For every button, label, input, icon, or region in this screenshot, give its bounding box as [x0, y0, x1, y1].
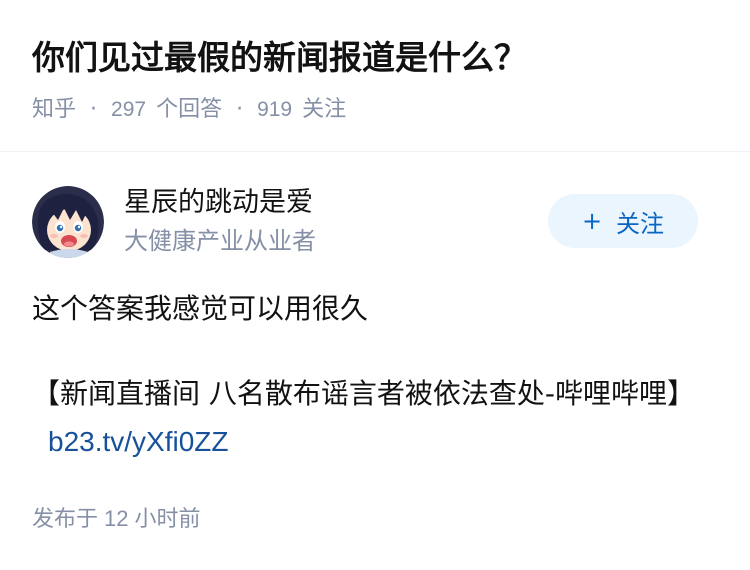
followers-count: 919 — [257, 98, 293, 121]
answer-paragraph: 这个答案我感觉可以用很久 — [32, 292, 369, 325]
author-card: 星辰的跳动是爱 大健康产业从业者 + 关注 — [32, 186, 718, 258]
meta-separator: · — [90, 97, 98, 122]
published-time: 发布于 12 小时前 — [32, 502, 201, 537]
answer-page: 你们见过最假的新闻报道是什么？ 知乎 · 297 个回答 · 919 关注 星辰… — [0, 0, 750, 570]
follow-button-label: 关注 — [616, 209, 665, 238]
published-prefix: 发布于 — [32, 507, 99, 532]
plus-icon: + — [581, 207, 603, 235]
follow-button[interactable]: + 关注 — [548, 194, 698, 248]
published-number: 12 — [104, 506, 129, 531]
question-title[interactable]: 你们见过最假的新闻报道是什么？ — [32, 34, 527, 82]
question-meta: 知乎 · 297 个回答 · 919 关注 — [32, 93, 346, 127]
followers-label: 关注 — [302, 97, 347, 122]
author-name[interactable]: 星辰的跳动是爱 — [124, 184, 313, 222]
answer-paragraph: 【新闻直播间 八名散布谣言者被依法查处-哔哩哔哩】 b23.tv/yXfi0ZZ — [32, 370, 718, 466]
source-label[interactable]: 知乎 — [32, 93, 76, 127]
meta-separator: · — [236, 97, 244, 122]
section-divider — [0, 151, 750, 152]
answer-paragraph-text: 【新闻直播间 八名散布谣言者被依法查处-哔哩哔哩】 — [32, 377, 696, 410]
answers-count[interactable]: 297 — [111, 93, 146, 127]
anime-girl-avatar-icon[interactable] — [32, 186, 104, 258]
author-headline: 大健康产业从业者 — [124, 227, 316, 255]
published-suffix: 小时前 — [134, 507, 201, 532]
answer-link[interactable]: b23.tv/yXfi0ZZ — [48, 426, 229, 457]
answers-label[interactable]: 个回答 — [156, 93, 222, 127]
